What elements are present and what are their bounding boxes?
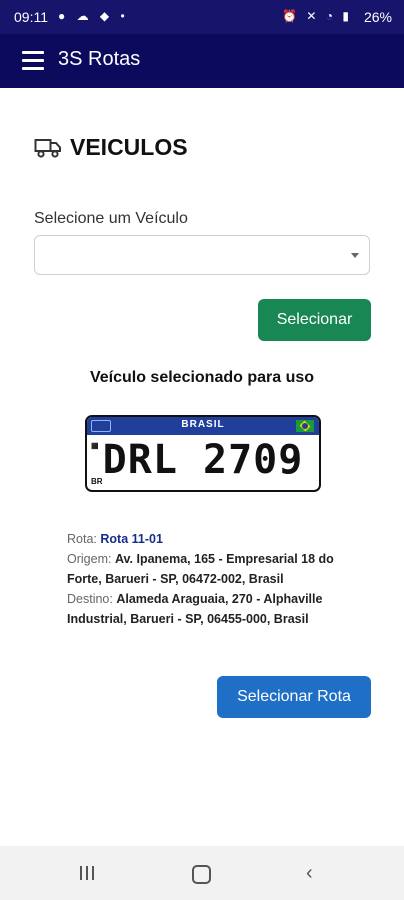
destination-line: Destino: Alameda Araguaia, 270 - Alphavi…	[67, 589, 357, 629]
origin-label: Origem:	[67, 552, 112, 566]
brazil-flag-icon	[296, 420, 314, 432]
system-nav-bar: ‹	[0, 846, 404, 900]
route-info: Rota: Rota 11-01 Origem: Av. Ipanema, 16…	[67, 529, 357, 629]
select-vehicle-button[interactable]: Selecionar	[258, 299, 371, 341]
battery-level: 26%	[363, 9, 392, 25]
license-plate: BRASIL ▦ BR DRL 2709	[85, 415, 321, 492]
route-line: Rota: Rota 11-01	[67, 529, 357, 549]
truck-icon	[34, 138, 61, 158]
plate-header: BRASIL	[87, 417, 319, 435]
status-time: 09:11	[14, 9, 48, 25]
destination-label: Destino:	[67, 592, 113, 606]
app-bar: 3S Rotas	[0, 34, 404, 88]
back-icon[interactable]: ‹	[306, 862, 313, 885]
route-value: Rota 11-01	[100, 532, 163, 546]
hamburger-menu-icon[interactable]	[22, 51, 44, 71]
route-label: Rota:	[67, 532, 97, 546]
app-title: 3S Rotas	[58, 48, 141, 70]
app-screen: 09:11 ● ☁ ◆ • ⏰ ✕ ◔ ▮ 26% 3S Rotas VEICU…	[0, 0, 404, 900]
plate-country: BRASIL	[181, 419, 225, 430]
plate-number: DRL 2709	[102, 437, 304, 483]
status-bar: 09:11 ● ☁ ◆ • ⏰ ✕ ◔ ▮ 26%	[0, 0, 404, 34]
notification-icons: ● ☁ ◆ •	[58, 9, 129, 23]
home-icon[interactable]	[192, 865, 211, 884]
origin-line: Origem: Av. Ipanema, 165 - Empresarial 1…	[67, 549, 357, 589]
vehicle-select[interactable]	[34, 235, 370, 275]
chevron-down-icon	[351, 253, 359, 258]
recent-apps-icon[interactable]	[80, 866, 96, 880]
page-title: VEICULOS	[70, 134, 188, 160]
select-route-button[interactable]: Selecionar Rota	[217, 676, 371, 718]
page-heading: VEICULOS	[34, 134, 188, 161]
system-status-icons: ⏰ ✕ ◔ ▮	[282, 9, 352, 23]
selected-vehicle-heading: Veículo selecionado para uso	[89, 369, 315, 386]
vehicle-select-label: Selecione um Veículo	[34, 210, 188, 227]
